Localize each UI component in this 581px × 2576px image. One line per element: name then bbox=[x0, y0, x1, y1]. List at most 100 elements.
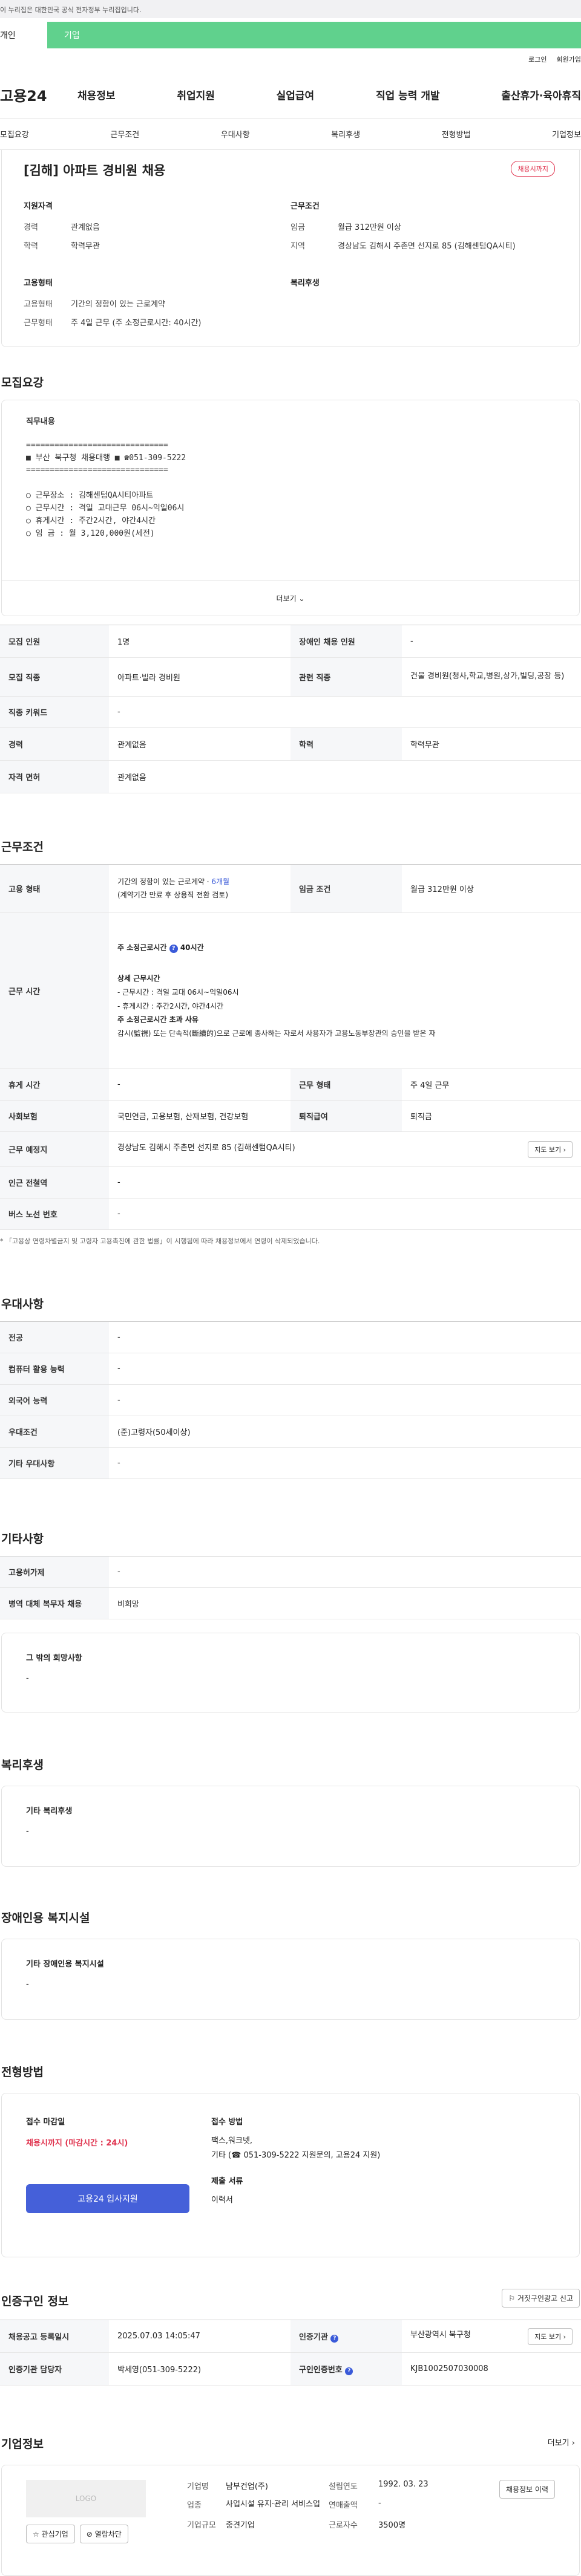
company-more-link[interactable]: 더보기 › bbox=[548, 2436, 575, 2448]
table-row: 전공 - bbox=[0, 1321, 581, 1353]
table-cell: 주 4일 근무 bbox=[402, 1068, 581, 1101]
gov-notice-bar: 이 누리집은 대한민국 공식 전자정부 누리집입니다. bbox=[0, 0, 581, 18]
career-value: 관계없음 bbox=[71, 223, 100, 232]
info-icon[interactable]: ? bbox=[330, 2334, 339, 2343]
welfare-card: 기타 복리후생 - bbox=[1, 1786, 580, 1867]
edu-value: 학력무관 bbox=[71, 242, 100, 251]
weekly-hours-value: 40시간 bbox=[180, 943, 204, 952]
job-history-button[interactable]: 채용정보 이력 bbox=[499, 2480, 555, 2499]
employees-value: 3500명 bbox=[378, 2520, 406, 2530]
tab-personal[interactable]: 개인 bbox=[0, 22, 47, 48]
scale-label: 기업규모 bbox=[187, 2520, 216, 2530]
emp-type-label: 고용형태 bbox=[24, 300, 53, 309]
method-line: 기타 (☎ 051-309-5222 지원문의, 고용24 지원) bbox=[211, 2151, 381, 2161]
table-header: 우대조건 bbox=[0, 1416, 109, 1448]
section-nav: 모집요강 근무조건 우대사항 복리후생 전형방법 기업정보 bbox=[0, 119, 581, 150]
cert-section-title: 인증구인 정보 bbox=[1, 2295, 69, 2308]
more-button[interactable]: 더보기 ⌄ bbox=[2, 581, 579, 616]
gnb-item-support[interactable]: 취업지원 bbox=[177, 87, 215, 102]
welfare-card-value: - bbox=[26, 1827, 29, 1836]
chevron-right-icon: › bbox=[571, 2439, 575, 2448]
gnb-item-jobs[interactable]: 채용정보 bbox=[77, 87, 116, 102]
report-button-label: 거짓구인광고 신고 bbox=[517, 2294, 573, 2303]
gnb-item-leave[interactable]: 출산휴가·육아휴직 bbox=[501, 87, 581, 102]
signup-link[interactable]: 회원가입 bbox=[557, 54, 581, 71]
table-row: 모집 직종 아파트·빌라 경비원 관련 직종 건물 경비원(청사,학교,병원,상… bbox=[0, 657, 581, 697]
info-icon[interactable]: ? bbox=[169, 945, 178, 954]
table-cell: 관계없음 bbox=[109, 760, 581, 793]
emp-type-value: 기간의 정함이 있는 근로계약 bbox=[71, 300, 165, 309]
company-more-label: 더보기 bbox=[547, 2439, 570, 2448]
welfare-block: 복리후생 bbox=[290, 276, 557, 335]
job-line: ■ 부산 북구청 채용대행 ■ ☎051-309-5222 bbox=[26, 453, 186, 463]
tab-business[interactable]: 기업 bbox=[47, 22, 581, 48]
est-label: 설립연도 bbox=[329, 2482, 358, 2491]
gnb-item-training[interactable]: 직업 능력 개발 bbox=[376, 87, 440, 102]
subnav-welfare[interactable]: 복리후생 bbox=[331, 128, 360, 140]
block-view-button[interactable]: ⊘ 열람차단 bbox=[79, 2525, 128, 2543]
apply-card: 접수 마감일 채용시까지 (마감시간 : 24시) 고용24 입사지원 접수 방… bbox=[1, 2093, 580, 2257]
etc-table: 고용허가제 - 병역 대체 복무자 채용 비희망 bbox=[0, 1556, 581, 1619]
table-header: 임금 조건 bbox=[290, 864, 402, 913]
company-section-title: 기업정보 bbox=[1, 2438, 44, 2451]
career-label: 경력 bbox=[24, 223, 38, 232]
table-header: 인근 전철역 bbox=[0, 1166, 109, 1199]
detail-hours-title: 상세 근무시간 bbox=[117, 974, 160, 983]
job-description-card: 직무내용 ============================== ■ 부산… bbox=[1, 400, 580, 616]
map-button[interactable]: 지도 보기 › bbox=[528, 1140, 573, 1158]
subnav-recruit[interactable]: 모집요강 bbox=[0, 128, 29, 140]
table-header: 퇴직급여 bbox=[290, 1100, 402, 1132]
table-header: 근무 형태 bbox=[290, 1068, 402, 1101]
job-line: ○ 근무장소 : 김해센텀QA시티아파트 bbox=[26, 491, 154, 501]
table-row: 병역 대체 복무자 채용 비희망 bbox=[0, 1587, 581, 1619]
audience-tabs: 개인 기업 bbox=[0, 22, 581, 48]
overtime-reason: 감시(監視) 또는 단속적(斷續的)으로 근로에 종사하는 자로서 사용자가 고… bbox=[117, 1029, 436, 1038]
table-row: 외국어 능력 - bbox=[0, 1384, 581, 1416]
report-false-ad-button[interactable]: ⚐ 거짓구인광고 신고 bbox=[502, 2289, 580, 2308]
pref-section-title: 우대사항 bbox=[1, 1298, 44, 1311]
table-header: 근무 예정지 bbox=[0, 1131, 109, 1167]
table-cell: - bbox=[109, 1353, 581, 1385]
table-cell: 부산광역시 북구청 지도 보기 › bbox=[402, 2320, 581, 2353]
disabled-card: 기타 장애인용 복지시설 - bbox=[1, 1939, 580, 2020]
industry-value: 사업시설 유지·관리 서비스업 bbox=[226, 2500, 320, 2509]
table-row: 사회보험 국민연금, 고용보험, 산재보험, 건강보험 퇴직급여 퇴직금 bbox=[0, 1100, 581, 1132]
subnav-company[interactable]: 기업정보 bbox=[552, 128, 581, 140]
recruit-table: 모집 인원 1명 장애인 채용 인원 - 모집 직종 아파트·빌라 경비원 관련… bbox=[0, 625, 581, 793]
method-line: 팩스,워크넷, bbox=[211, 2136, 253, 2145]
table-header: 기타 우대사항 bbox=[0, 1447, 109, 1479]
apply-button[interactable]: 고용24 입사지원 bbox=[26, 2184, 189, 2213]
deadline-value: 채용시까지 (마감시간 : 24시) bbox=[26, 2139, 128, 2148]
chevron-down-icon: ⌄ bbox=[298, 594, 305, 603]
subnav-pref[interactable]: 우대사항 bbox=[221, 128, 250, 140]
table-row: 근무 시간 주 소정근로시간 ? 40시간 상세 근무시간 - 근무시간 : 격… bbox=[0, 912, 581, 1069]
table-cell: 국민연금, 고용보험, 산재보험, 건강보험 bbox=[109, 1100, 290, 1132]
emp-type-text: 기간의 정함이 있는 근로계약 · bbox=[117, 877, 212, 886]
table-header: 장애인 채용 인원 bbox=[290, 625, 402, 658]
welfare-section-title: 복리후생 bbox=[1, 1758, 44, 1772]
detail-hours-line: - 휴게시간 : 주간2시간, 야간4시간 bbox=[117, 1001, 224, 1010]
info-icon[interactable]: ? bbox=[345, 2367, 353, 2375]
utility-links: 로그인 회원가입 bbox=[0, 48, 581, 71]
gnb-item-benefit[interactable]: 실업급여 bbox=[277, 87, 315, 102]
job-title: [김해] 아파트 경비원 채용 bbox=[24, 163, 166, 178]
favorite-company-button[interactable]: ☆ 관심기업 bbox=[26, 2525, 75, 2543]
method-title: 접수 방법 bbox=[211, 2118, 243, 2127]
employment-heading: 고용형태 bbox=[24, 279, 53, 288]
subnav-work[interactable]: 근무조건 bbox=[110, 128, 139, 140]
subnav-apply[interactable]: 전형방법 bbox=[442, 128, 471, 140]
docs-value: 이력서 bbox=[211, 2195, 233, 2205]
table-cell: 주 소정근로시간 ? 40시간 상세 근무시간 - 근무시간 : 격일 교대 0… bbox=[109, 912, 581, 1069]
industry-label: 업종 bbox=[187, 2501, 202, 2510]
table-header: 채용공고 등록일시 bbox=[0, 2320, 109, 2353]
login-link[interactable]: 로그인 bbox=[528, 54, 547, 71]
table-header: 병역 대체 복무자 채용 bbox=[0, 1587, 109, 1619]
org-map-button[interactable]: 지도 보기 › bbox=[528, 2327, 573, 2345]
cert-no-label: 구인인증번호 bbox=[299, 2365, 343, 2375]
table-cell: - bbox=[109, 1447, 581, 1479]
condition-block: 근무조건 임금 월급 312만원 이상 지역 경상남도 김해시 주촌면 선지로 85… bbox=[290, 200, 557, 258]
table-header: 직종 키워드 bbox=[0, 696, 109, 728]
site-logo[interactable]: 고용24 bbox=[0, 84, 77, 105]
more-label: 더보기 bbox=[276, 594, 297, 603]
company-name-label: 기업명 bbox=[187, 2482, 209, 2491]
